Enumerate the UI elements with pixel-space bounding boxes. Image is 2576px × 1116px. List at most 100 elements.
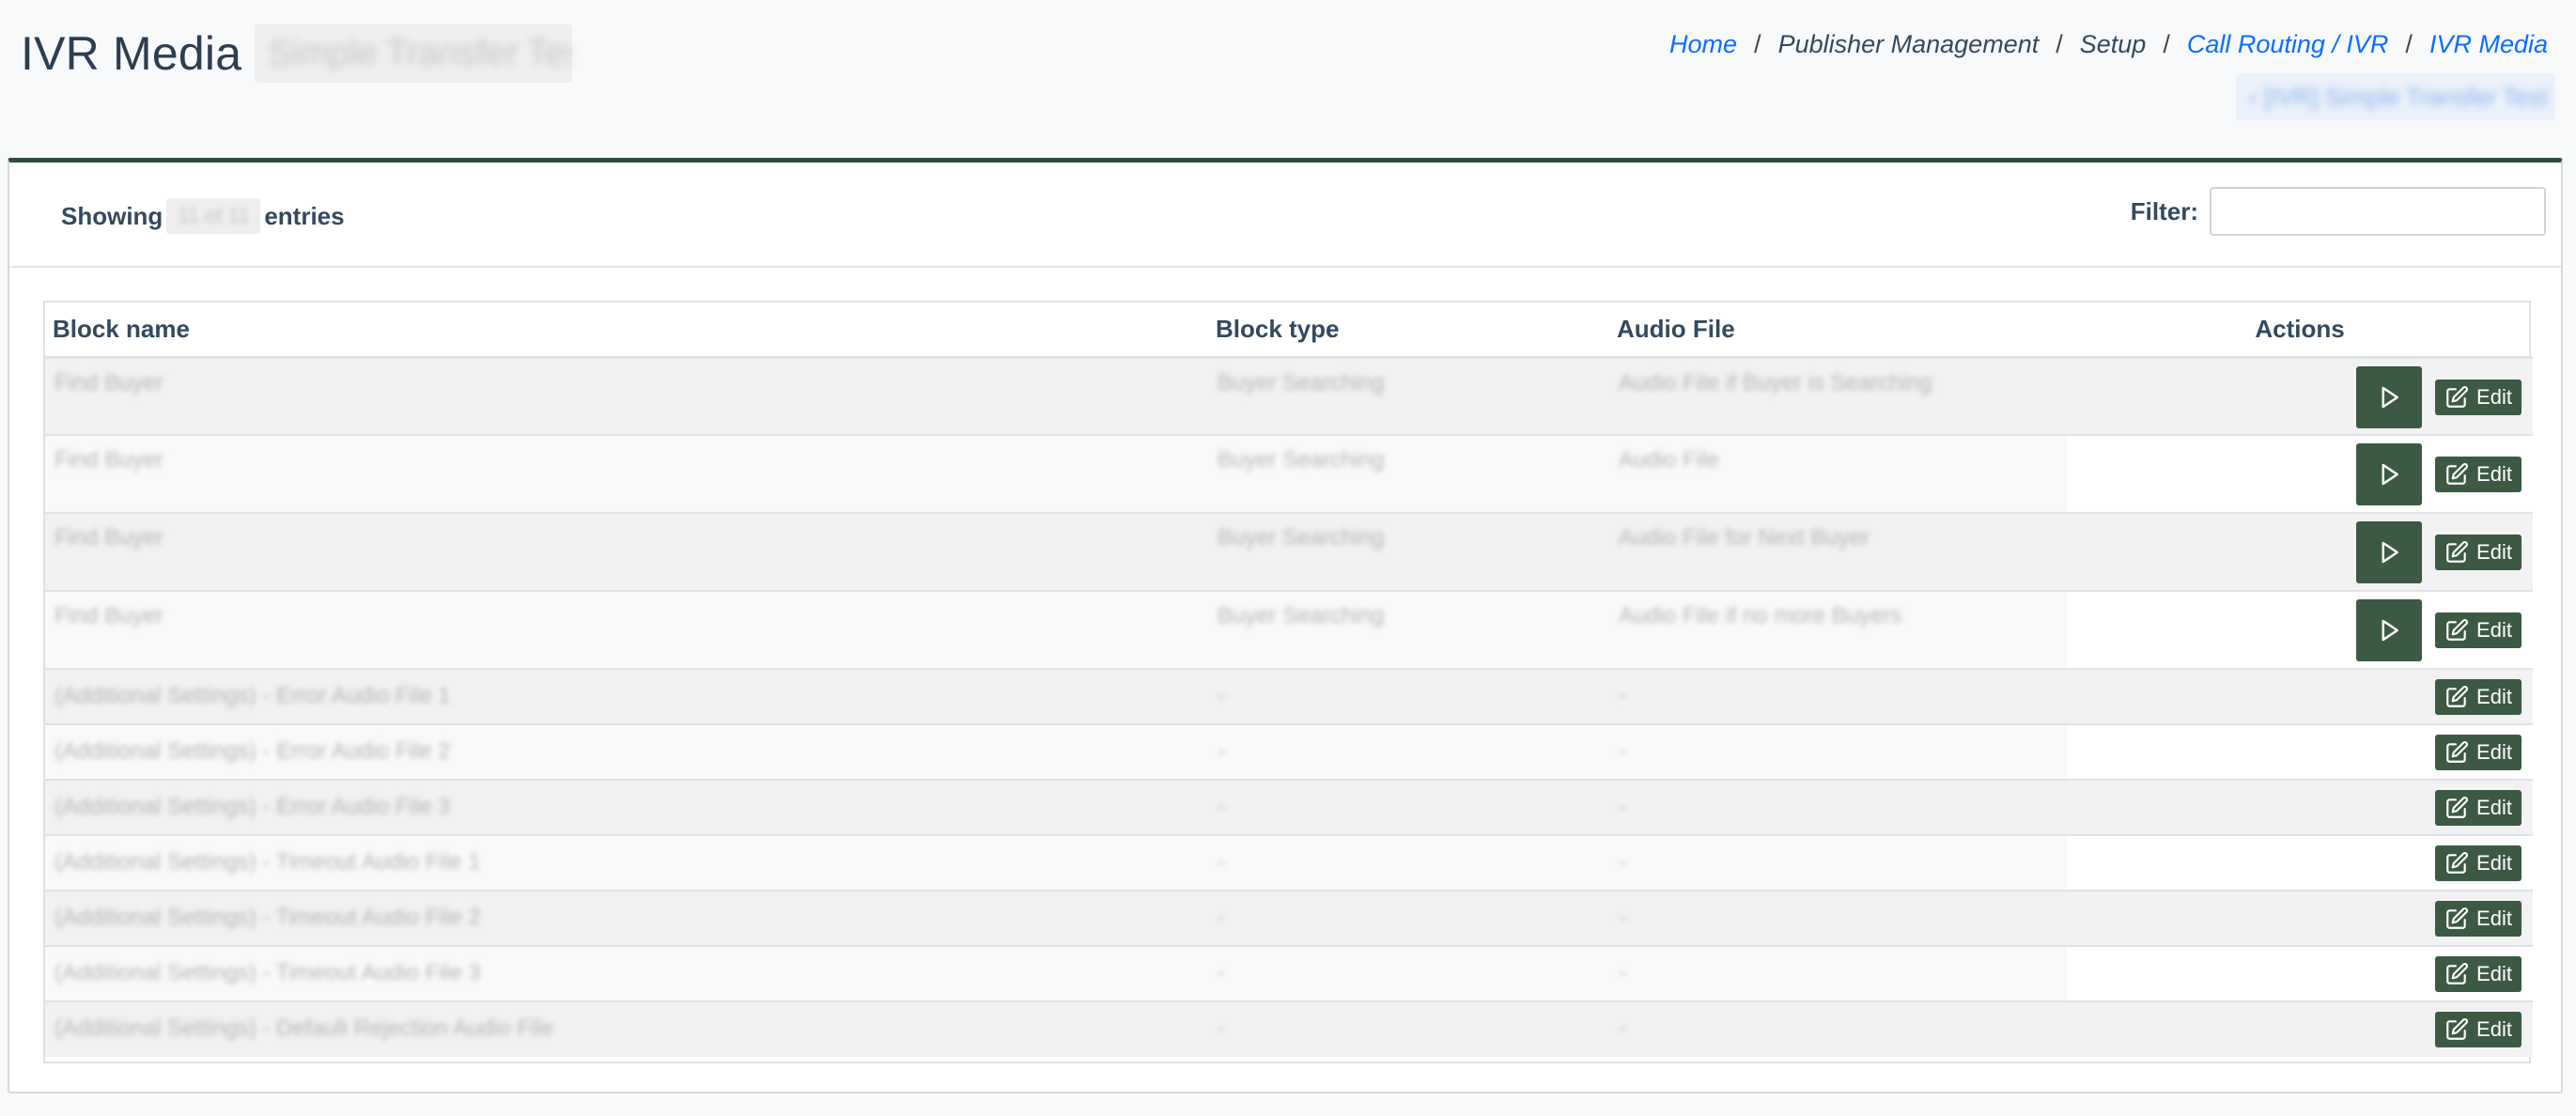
edit-button[interactable]: Edit	[2435, 956, 2522, 992]
block-name-cell: (Additional Settings) - Default Rejectio…	[45, 1001, 1208, 1057]
edit-button[interactable]: Edit	[2435, 457, 2522, 492]
edit-icon	[2444, 1017, 2469, 1042]
breadcrumb-item[interactable]: Call Routing / IVR	[2187, 30, 2389, 59]
edit-button[interactable]: Edit	[2435, 679, 2522, 715]
block-name-text: (Additional Settings) - Default Rejectio…	[54, 1015, 553, 1041]
actions-cell: Edit	[2067, 946, 2533, 1001]
audio-file-cell: Audio File for Next Buyer	[1609, 513, 2067, 591]
breadcrumb-sub-link[interactable]: ‹ [IVR] Simple Transfer Test	[2249, 83, 2547, 112]
table-row: (Additional Settings) - Timeout Audio Fi…	[45, 946, 2533, 1001]
title-row: IVR Media Simple Transfer Test	[21, 24, 573, 83]
breadcrumb-item[interactable]: IVR Media	[2429, 30, 2548, 59]
edit-label: Edit	[2476, 1017, 2512, 1041]
audio-file-text: -	[1619, 905, 1626, 930]
block-type-text: Buyer Searching	[1218, 603, 1385, 628]
block-name-cell: (Additional Settings) - Error Audio File…	[45, 780, 1208, 835]
block-name-text: (Additional Settings) - Error Audio File…	[54, 683, 451, 708]
audio-file-text: -	[1619, 738, 1626, 764]
block-type-cell: -	[1208, 724, 1609, 780]
block-type-text: Buyer Searching	[1218, 525, 1385, 550]
block-type-text: -	[1218, 1015, 1225, 1041]
media-table: Block name Block type Audio File Actions…	[45, 302, 2533, 1057]
audio-file-cell: -	[1609, 669, 2067, 724]
breadcrumb-separator: /	[1754, 30, 1761, 58]
column-header-block-type[interactable]: Block type	[1208, 302, 1609, 357]
block-name-text: Find Buyer	[54, 603, 164, 628]
column-header-actions: Actions	[2255, 314, 2345, 343]
edit-button[interactable]: Edit	[2435, 735, 2522, 770]
edit-button[interactable]: Edit	[2435, 901, 2522, 937]
showing-entries: Showing 11 of 11 entries	[61, 198, 345, 234]
actions-cell: Edit	[2067, 591, 2533, 669]
breadcrumb-item: Publisher Management	[1777, 30, 2040, 58]
block-name-cell: Find Buyer	[45, 513, 1208, 591]
play-icon	[2375, 460, 2403, 488]
block-type-cell: Buyer Searching	[1208, 591, 1609, 669]
play-audio-button[interactable]	[2356, 521, 2422, 583]
edit-button[interactable]: Edit	[2435, 845, 2522, 881]
showing-count: 11 of 11	[178, 204, 250, 227]
edit-icon	[2444, 740, 2469, 765]
breadcrumb-item[interactable]: Home	[1669, 30, 1737, 59]
block-type-cell: -	[1208, 1001, 1609, 1057]
column-header-block-name[interactable]: Block name	[45, 302, 1208, 357]
edit-icon	[2444, 462, 2469, 487]
title-subject-redacted: Simple Transfer Test	[255, 24, 573, 83]
edit-button[interactable]: Edit	[2435, 790, 2522, 826]
edit-label: Edit	[2476, 618, 2512, 642]
table-row: (Additional Settings) - Timeout Audio Fi…	[45, 891, 2533, 946]
table-header-row: Block name Block type Audio File Actions	[45, 302, 2533, 357]
block-name-text: (Additional Settings) - Error Audio File…	[54, 738, 451, 764]
audio-file-cell: Audio File if no more Buyers	[1609, 591, 2067, 669]
block-type-cell: -	[1208, 835, 1609, 891]
showing-count-redacted: 11 of 11	[166, 198, 261, 234]
edit-icon	[2444, 618, 2469, 643]
block-name-cell: (Additional Settings) - Timeout Audio Fi…	[45, 835, 1208, 891]
breadcrumb: Home / Publisher Management / Setup / Call Rou…	[1669, 30, 2548, 59]
block-type-cell: Buyer Searching	[1208, 357, 1609, 435]
table-row: Find Buyer Buyer Searching Audio File Edit	[45, 435, 2533, 513]
block-type-text: -	[1218, 849, 1225, 875]
title-subject: Simple Transfer Test	[268, 33, 573, 73]
block-type-text: -	[1218, 683, 1225, 708]
filter-group: Filter:	[2131, 187, 2546, 236]
audio-file-cell: Audio File	[1609, 435, 2067, 513]
block-type-text: -	[1218, 905, 1225, 930]
actions-cell: Edit	[2067, 357, 2533, 435]
block-type-cell: Buyer Searching	[1208, 513, 1609, 591]
edit-icon	[2444, 540, 2469, 565]
play-icon	[2375, 383, 2403, 411]
audio-file-cell: -	[1609, 780, 2067, 835]
actions-cell: Edit	[2067, 513, 2533, 591]
play-audio-button[interactable]	[2356, 599, 2422, 661]
page-header: IVR Media Simple Transfer Test Home / Publ…	[0, 0, 2576, 150]
audio-file-text: -	[1619, 794, 1626, 819]
block-name-text: (Additional Settings) - Timeout Audio Fi…	[54, 960, 481, 985]
edit-label: Edit	[2476, 796, 2512, 819]
play-audio-button[interactable]	[2356, 365, 2422, 428]
edit-button[interactable]: Edit	[2435, 379, 2522, 415]
edit-label: Edit	[2476, 851, 2512, 875]
edit-button[interactable]: Edit	[2435, 612, 2522, 648]
column-header-audio-file[interactable]: Audio File	[1609, 302, 2067, 357]
table-row: (Additional Settings) - Error Audio File…	[45, 724, 2533, 780]
breadcrumb-sub-redacted[interactable]: ‹ [IVR] Simple Transfer Test	[2236, 73, 2555, 120]
page-title: IVR Media	[21, 27, 242, 80]
actions-cell: Edit	[2067, 891, 2533, 946]
edit-label: Edit	[2476, 462, 2512, 486]
audio-file-text: Audio File if no more Buyers	[1619, 603, 1902, 628]
edit-button[interactable]: Edit	[2435, 1012, 2522, 1047]
audio-file-cell: -	[1609, 891, 2067, 946]
edit-label: Edit	[2476, 740, 2512, 764]
play-audio-button[interactable]	[2356, 443, 2422, 505]
audio-file-cell: -	[1609, 835, 2067, 891]
table-row: Find Buyer Buyer Searching Audio File if B…	[45, 357, 2533, 435]
block-name-text: Find Buyer	[54, 447, 164, 473]
filter-input[interactable]	[2210, 187, 2546, 236]
edit-label: Edit	[2476, 540, 2512, 564]
edit-button[interactable]: Edit	[2435, 535, 2522, 570]
block-name-cell: (Additional Settings) - Timeout Audio Fi…	[45, 946, 1208, 1001]
filter-label: Filter:	[2130, 196, 2198, 225]
block-type-text: -	[1218, 794, 1225, 819]
edit-icon	[2444, 685, 2469, 709]
